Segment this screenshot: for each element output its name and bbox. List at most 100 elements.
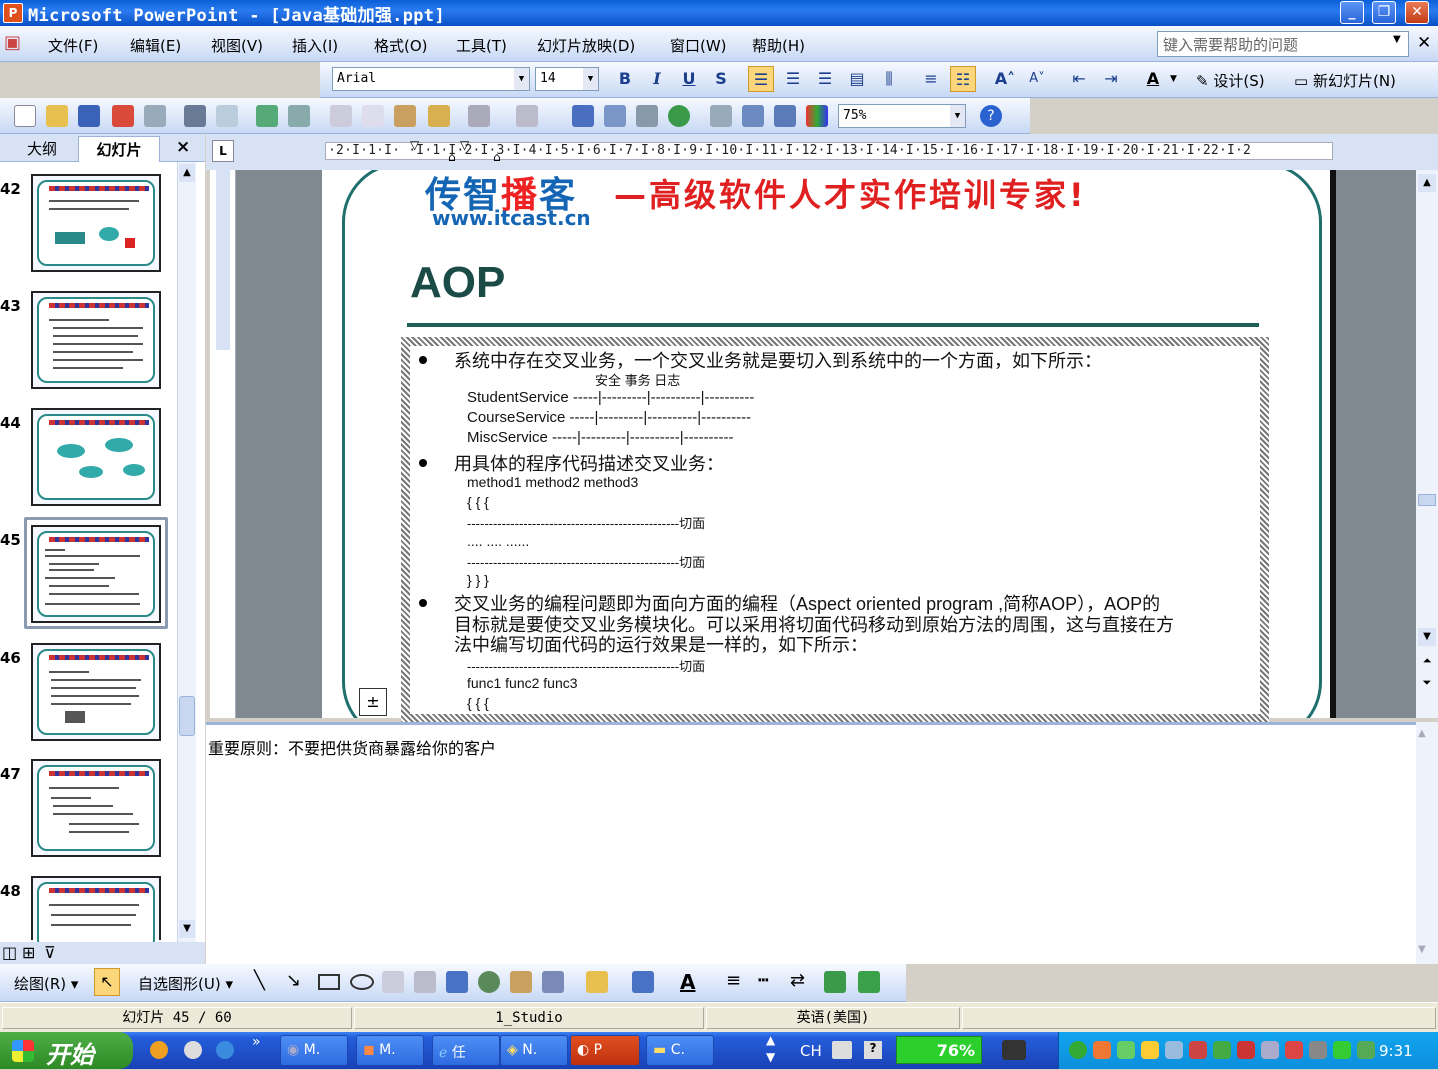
help-ime-icon[interactable]: ? — [864, 1041, 882, 1059]
taskbar-item[interactable]: ◼ M. — [356, 1035, 424, 1066]
color-grayscale-icon[interactable] — [806, 105, 828, 127]
menu-insert[interactable]: 插入(I) — [292, 35, 338, 56]
decrease-indent-button[interactable]: ⇤ — [1066, 66, 1092, 92]
font-size-combo[interactable]: 14 ▼ — [535, 67, 599, 91]
vertical-textbox-icon[interactable] — [414, 971, 436, 993]
start-button[interactable]: 开始 — [0, 1032, 133, 1069]
arrow-icon[interactable]: ↘ — [286, 970, 301, 991]
taskbar-item[interactable]: ▬ C. — [646, 1035, 714, 1066]
taskbar-item[interactable]: ℯ 任 — [432, 1035, 500, 1066]
tray-icon[interactable] — [1285, 1041, 1303, 1059]
distribute-button[interactable]: ⫼ — [876, 66, 902, 92]
new-file-icon[interactable] — [14, 105, 36, 127]
close-doc-icon[interactable]: ✕ — [1417, 33, 1431, 53]
tray-icon[interactable] — [1093, 1041, 1111, 1059]
shadow-button[interactable]: S — [708, 66, 734, 92]
scroll-thumb[interactable] — [1418, 494, 1436, 506]
font-color-button[interactable]: A — [1140, 66, 1166, 92]
ime-language[interactable]: CH — [800, 1042, 822, 1060]
taskbar-item-active[interactable]: ◐ P — [570, 1035, 640, 1066]
slide-thumbnail[interactable] — [31, 174, 161, 272]
slide-title[interactable]: AOP — [410, 258, 505, 308]
menu-file[interactable]: 文件(F) — [48, 35, 98, 56]
justify-button[interactable]: ▤ — [844, 66, 870, 92]
italic-button[interactable]: I — [644, 66, 670, 92]
design-button[interactable]: ✎ 设计(S) — [1196, 70, 1265, 91]
tray-icon[interactable] — [1237, 1041, 1255, 1059]
keyboard-icon[interactable] — [832, 1041, 852, 1059]
decrease-font-button[interactable]: A˅ — [1024, 66, 1050, 92]
restore-button[interactable]: ❐ — [1372, 1, 1396, 24]
show-formatting-icon[interactable] — [742, 105, 764, 127]
select-pointer-icon[interactable]: ↖ — [94, 968, 120, 996]
quicklaunch-icon[interactable] — [150, 1041, 168, 1059]
chevron-down-icon[interactable]: ▼ — [950, 105, 965, 127]
increase-font-button[interactable]: A˄ — [992, 66, 1018, 92]
indent-marker-icon[interactable]: ⌂ — [493, 150, 501, 164]
chevron-up-icon[interactable]: ▲ — [179, 164, 195, 182]
redo-icon[interactable] — [516, 105, 538, 127]
oval-icon[interactable] — [350, 974, 374, 990]
3d-style-icon[interactable] — [858, 971, 880, 993]
picture-icon[interactable] — [542, 971, 564, 993]
hyperlink-icon[interactable] — [668, 105, 690, 127]
slide-thumbnail[interactable] — [31, 643, 161, 741]
underline-button[interactable]: U — [676, 66, 702, 92]
table-icon[interactable] — [604, 105, 626, 127]
scroll-thumb[interactable] — [179, 696, 195, 736]
wordart-icon[interactable] — [446, 971, 468, 993]
undo-icon[interactable] — [468, 105, 490, 127]
line-icon[interactable]: ╲ — [254, 970, 265, 991]
tray-icon[interactable] — [1213, 1041, 1231, 1059]
menu-view[interactable]: 视图(V) — [211, 35, 263, 56]
close-button[interactable]: ✕ — [1405, 1, 1429, 24]
numbering-button[interactable]: ≡ — [918, 66, 944, 92]
menu-edit[interactable]: 编辑(E) — [130, 35, 181, 56]
clipart-icon[interactable] — [510, 971, 532, 993]
permission-icon[interactable] — [112, 105, 134, 127]
menu-format[interactable]: 格式(O) — [374, 35, 428, 56]
rectangle-icon[interactable] — [318, 974, 340, 990]
slide-thumbnail[interactable] — [31, 876, 161, 950]
fill-color-icon[interactable] — [586, 971, 608, 993]
paste-icon[interactable] — [394, 105, 416, 127]
menu-tools[interactable]: 工具(T) — [456, 35, 507, 56]
shadow-style-icon[interactable] — [824, 971, 846, 993]
slideshow-icon[interactable]: ⊽ — [44, 943, 56, 962]
network-icon[interactable] — [1117, 1041, 1135, 1059]
align-right-button[interactable]: ☰ — [812, 66, 838, 92]
new-slide-button[interactable]: ▭ 新幻灯片(N) — [1294, 70, 1396, 91]
spelling-icon[interactable] — [256, 105, 278, 127]
dash-style-icon[interactable]: ┅ — [758, 970, 769, 991]
indent-marker-icon[interactable]: ▽ — [460, 138, 469, 152]
slide-thumbnail-selected[interactable] — [31, 525, 161, 623]
chevron-down-icon[interactable]: ▼ — [1418, 944, 1426, 955]
help-icon[interactable]: ? — [980, 105, 1002, 127]
tray-icon[interactable] — [1165, 1041, 1183, 1059]
slide-sorter-icon[interactable]: ⊞ — [22, 943, 35, 962]
minimize-button[interactable]: _ — [1340, 1, 1364, 24]
align-center-button[interactable]: ☰ — [780, 66, 806, 92]
previous-slide-icon[interactable]: ⏶ — [1418, 654, 1436, 672]
help-search-input[interactable]: 键入需要帮助的问题 — [1157, 31, 1409, 57]
research-icon[interactable] — [288, 105, 310, 127]
powerpoint-icon[interactable]: P — [3, 3, 23, 23]
email-icon[interactable] — [144, 105, 166, 127]
chevron-down-icon[interactable]: ▼ — [1418, 628, 1436, 646]
bold-button[interactable]: B — [612, 66, 638, 92]
slide-thumbnail[interactable] — [31, 759, 161, 857]
chevron-up-icon[interactable]: ▲ — [1418, 174, 1436, 192]
device-icon[interactable] — [1002, 1040, 1026, 1060]
tab-selector[interactable]: L — [212, 140, 234, 162]
font-color-icon[interactable]: A — [680, 970, 695, 994]
chevron-up-icon[interactable]: ▲ — [1418, 728, 1426, 739]
shield-icon[interactable] — [1333, 1041, 1351, 1059]
slide-thumbnail[interactable] — [31, 408, 161, 506]
chevron-more-icon[interactable]: » — [252, 1034, 261, 1050]
grid-icon[interactable] — [774, 105, 796, 127]
autoshapes-button[interactable]: 自选图形(U) ▾ — [138, 973, 233, 994]
line-style-icon[interactable]: ≡ — [726, 970, 741, 991]
taskbar-item[interactable]: ◈ N. — [500, 1035, 568, 1066]
next-slide-icon[interactable]: ⏷ — [1418, 676, 1436, 694]
bullets-button[interactable]: ☷ — [950, 66, 976, 92]
